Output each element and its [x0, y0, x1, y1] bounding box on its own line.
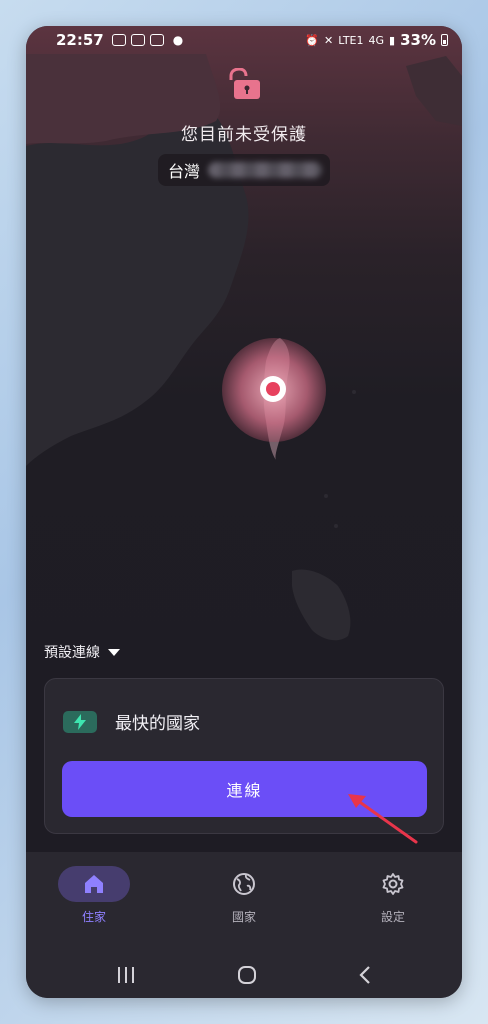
- status-right-group: ⏰ ✕ LTE1 4G ▮ 33%: [305, 31, 448, 49]
- line-app-icon: [111, 34, 126, 46]
- ip-address-redacted: [208, 162, 323, 178]
- nav-label-settings: 設定: [380, 910, 405, 924]
- location-country: 台灣: [168, 162, 201, 181]
- status-bar: 22:57 ● ⏰ ✕ LTE1 4G ▮ 33%: [26, 26, 462, 54]
- checkbox-icon: [149, 34, 164, 46]
- caret-down-icon: [108, 648, 120, 656]
- notification-dot-icon: ●: [172, 33, 184, 47]
- nav-countries-pill: [208, 866, 280, 902]
- alarm-icon: ⏰: [305, 33, 319, 47]
- home-button-icon[interactable]: [237, 965, 257, 985]
- bottom-navigation: 住家 國家 設定: [26, 852, 462, 952]
- protection-status: 您目前未受保護: [181, 125, 307, 145]
- location-pill: 台灣: [158, 154, 330, 186]
- annotation-arrow-icon: [348, 794, 418, 844]
- network-type: LTE1: [338, 33, 364, 47]
- battery-icon: [441, 34, 448, 46]
- signal-bars-icon: ▮: [389, 33, 396, 47]
- preset-connection-dropdown[interactable]: 預設連線: [44, 642, 120, 662]
- phone-screen: 22:57 ● ⏰ ✕ LTE1 4G ▮ 33% 您目前未受保護 台灣 預設連…: [26, 26, 462, 998]
- unlocked-icon: [229, 68, 260, 99]
- fastest-country-row[interactable]: 最快的國家: [63, 709, 200, 734]
- gear-icon: [382, 873, 404, 895]
- nav-home-pill: [58, 866, 130, 902]
- bolt-badge: [63, 710, 97, 733]
- lightning-icon: [74, 713, 86, 730]
- nav-item-home[interactable]: 住家: [39, 866, 149, 925]
- nav-settings-pill: [357, 866, 429, 902]
- system-navigation-bar: [26, 952, 462, 998]
- mute-icon: ✕: [323, 33, 334, 47]
- location-pin: [260, 376, 286, 402]
- signal-type: 4G: [368, 33, 385, 47]
- nav-item-settings[interactable]: 設定: [338, 866, 448, 925]
- recent-apps-icon[interactable]: [116, 966, 136, 984]
- gallery-icon: [130, 34, 145, 46]
- fastest-country-label: 最快的國家: [115, 714, 200, 734]
- battery-percent: 33%: [400, 31, 436, 49]
- nav-item-countries[interactable]: 國家: [189, 866, 299, 925]
- nav-label-home: 住家: [81, 910, 106, 924]
- globe-icon: [233, 873, 255, 895]
- home-icon: [85, 875, 103, 893]
- nav-label-countries: 國家: [231, 910, 256, 924]
- status-time: 22:57: [56, 31, 104, 49]
- preset-label: 預設連線: [44, 645, 100, 661]
- back-icon[interactable]: [358, 965, 372, 985]
